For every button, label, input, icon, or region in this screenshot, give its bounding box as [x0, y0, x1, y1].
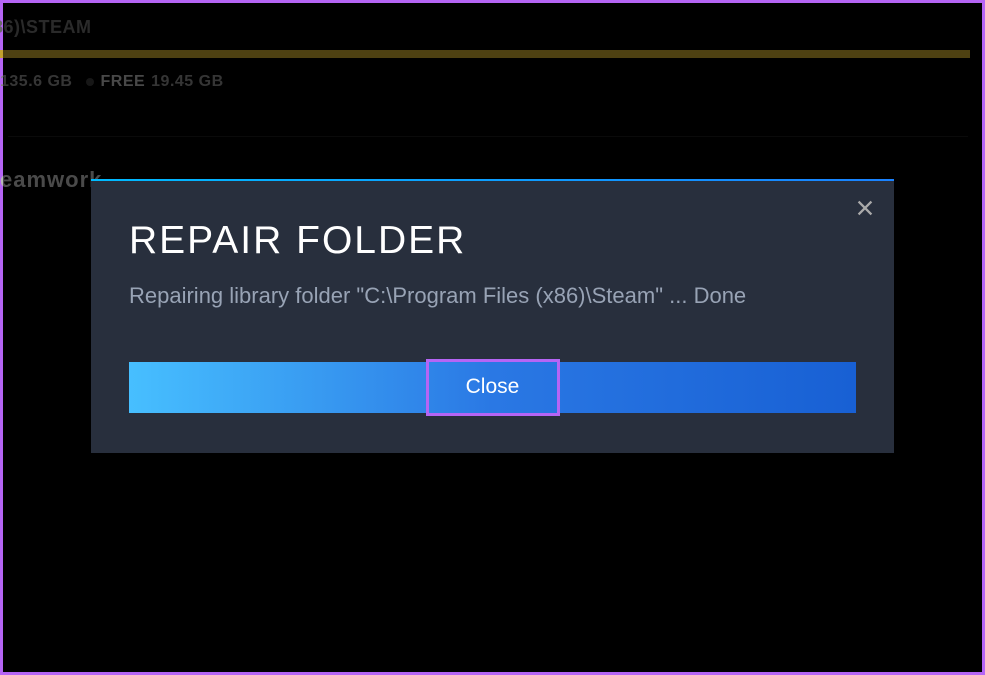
modal-content: REPAIR FOLDER Repairing library folder "…: [91, 181, 894, 453]
close-icon[interactable]: [854, 197, 876, 219]
modal-overlay: REPAIR FOLDER Repairing library folder "…: [3, 3, 982, 672]
repair-folder-dialog: REPAIR FOLDER Repairing library folder "…: [91, 179, 894, 453]
close-button[interactable]: Close: [129, 362, 856, 413]
modal-title: REPAIR FOLDER: [129, 219, 856, 263]
close-button-label: Close: [466, 375, 520, 398]
modal-message: Repairing library folder "C:\Program Fil…: [129, 281, 856, 312]
